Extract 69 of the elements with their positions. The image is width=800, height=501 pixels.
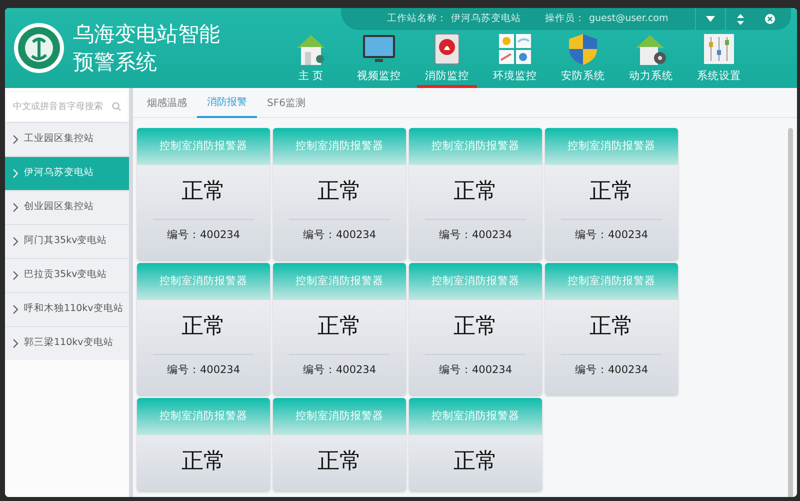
nav-button[interactable]: 安防系统 [549, 30, 617, 88]
nav-button[interactable]: 系统设置 [685, 30, 753, 88]
sensor-name: 控制室消防报警器 [273, 263, 406, 300]
sensor-status: 正常 [318, 313, 362, 341]
station-item[interactable]: 工业园区集控站 [5, 122, 129, 156]
sensor-name: 控制室消防报警器 [137, 263, 270, 300]
station-item[interactable]: 创业园区集控站 [5, 190, 129, 224]
sensor-name: 控制室消防报警器 [273, 128, 406, 165]
station-name: 伊河乌苏变电站 [451, 12, 521, 26]
tab[interactable]: SF6监测 [257, 88, 316, 118]
logo-icon [13, 22, 65, 74]
nav-button[interactable]: 动力系统 [617, 30, 685, 88]
chevron-right-icon [13, 237, 18, 246]
nav-button[interactable]: 环境监控 [481, 30, 549, 88]
sensor-status: 正常 [454, 178, 498, 206]
station-item[interactable]: 巴拉贡35kv变电站 [5, 258, 129, 292]
sensor-number: 编号：400234 [574, 363, 648, 378]
tab[interactable]: 消防报警 [197, 88, 257, 118]
station-item[interactable]: 阿门其35kv变电站 [5, 224, 129, 258]
sensor-number: 编号：400234 [438, 363, 512, 378]
sensor-name: 控制室消防报警器 [545, 128, 678, 165]
sensor-name: 控制室消防报警器 [409, 128, 542, 165]
operator-name: guest@user.com [589, 12, 668, 26]
sensor-number: 编号：400234 [166, 228, 240, 243]
sensor-status: 正常 [318, 178, 362, 206]
app-title-line: 预警系统 [73, 49, 158, 76]
sensor-name: 控制室消防报警器 [137, 128, 270, 165]
up-down-icon[interactable] [737, 14, 744, 24]
app-title-line: 乌海变电站智能 [73, 21, 220, 48]
chevron-right-icon [13, 135, 18, 144]
sensor-number: 编号：400234 [574, 228, 648, 243]
operator-label: 操作员： [545, 12, 585, 26]
close-icon[interactable] [765, 14, 775, 24]
sliders-icon [701, 32, 737, 66]
scrollbar[interactable] [788, 128, 793, 497]
chevron-right-icon [13, 305, 18, 314]
sensor-number: 编号：400234 [166, 363, 240, 378]
sensor-number: 编号：400234 [302, 228, 376, 243]
chevron-right-icon [13, 169, 18, 178]
search-field[interactable]: 中文或拼音首字母搜索 [7, 93, 127, 121]
chevron-right-icon [13, 203, 18, 212]
sensor-status: 正常 [590, 178, 634, 206]
dropdown-caret-icon[interactable] [706, 16, 715, 22]
sensor-status: 正常 [182, 448, 226, 476]
sensor-number: 编号：400234 [302, 363, 376, 378]
nav-button[interactable]: 消防监控 [413, 30, 481, 88]
sensor-name: 控制室消防报警器 [137, 398, 270, 435]
weather-tiles-icon [497, 32, 533, 66]
sensor-status: 正常 [454, 448, 498, 476]
search-icon[interactable] [112, 102, 121, 111]
station-item[interactable]: 呼和木独110kv变电站 [5, 292, 129, 326]
sensor-name: 控制室消防报警器 [409, 398, 542, 435]
sensor-number: 编号：400234 [438, 228, 512, 243]
chevron-right-icon [13, 339, 18, 348]
sensor-status: 正常 [318, 448, 362, 476]
sensor-status: 正常 [182, 313, 226, 341]
nav-button[interactable]: 主 页 [277, 30, 345, 88]
sensor-name: 控制室消防报警器 [273, 398, 406, 435]
chevron-right-icon [13, 271, 18, 280]
sensor-name: 控制室消防报警器 [409, 263, 542, 300]
station-item[interactable]: 郭三梁110kv变电站 [5, 326, 129, 360]
tab[interactable]: 烟感温感 [137, 88, 197, 118]
sensor-name: 控制室消防报警器 [545, 263, 678, 300]
sensor-status: 正常 [182, 178, 226, 206]
sensor-status: 正常 [590, 313, 634, 341]
nav-button[interactable]: 视频监控 [345, 30, 413, 88]
station-label: 工作站名称： [387, 12, 447, 26]
sensor-status: 正常 [454, 313, 498, 341]
station-item[interactable]: 伊河乌苏变电站 [5, 156, 129, 190]
